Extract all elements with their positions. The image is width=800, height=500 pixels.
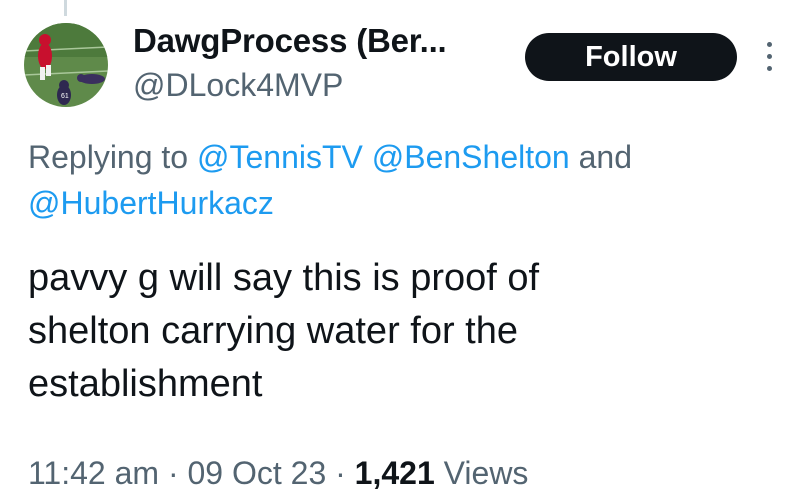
meta-separator: · xyxy=(167,455,179,491)
reply-context: Replying to @TennisTV @BenShelton and @H… xyxy=(28,134,788,226)
mention-link-benshelton[interactable]: @BenShelton xyxy=(372,139,570,175)
views-count: 1,421 xyxy=(354,455,435,491)
reply-prefix: Replying to xyxy=(28,139,189,175)
football-photo-avatar-image: 61 xyxy=(24,23,108,107)
follow-button[interactable]: Follow xyxy=(525,33,737,81)
mention-link-tennistv[interactable]: @TennisTV xyxy=(197,139,363,175)
author-display-name[interactable]: DawgProcess (Ber... xyxy=(133,22,447,60)
more-vertical-icon[interactable] xyxy=(760,40,780,74)
meta-separator: · xyxy=(335,455,346,491)
tweet-text-line: pavvy g will say this is proof of xyxy=(28,257,540,299)
tweet-text-line: shelton carrying water for the xyxy=(28,310,519,352)
tweet-text: pavvy g will say this is proof of shelto… xyxy=(28,252,788,411)
reply-conjunction: and xyxy=(578,139,632,175)
author-handle[interactable]: @DLock4MVP xyxy=(133,67,343,104)
svg-text:61: 61 xyxy=(61,93,69,100)
avatar[interactable]: 61 xyxy=(24,23,108,107)
mention-link-huberthurkacz[interactable]: @HubertHurkacz xyxy=(28,185,274,221)
tweet-time[interactable]: 11:42 am xyxy=(28,455,159,491)
tweet-meta: 11:42 am · 09 Oct 23 · 1,421 Views xyxy=(28,455,528,492)
views-label: Views xyxy=(443,455,529,491)
tweet-text-line: establishment xyxy=(28,363,263,405)
tweet-date[interactable]: 09 Oct 23 xyxy=(187,455,326,491)
thread-connector-line xyxy=(64,0,67,16)
